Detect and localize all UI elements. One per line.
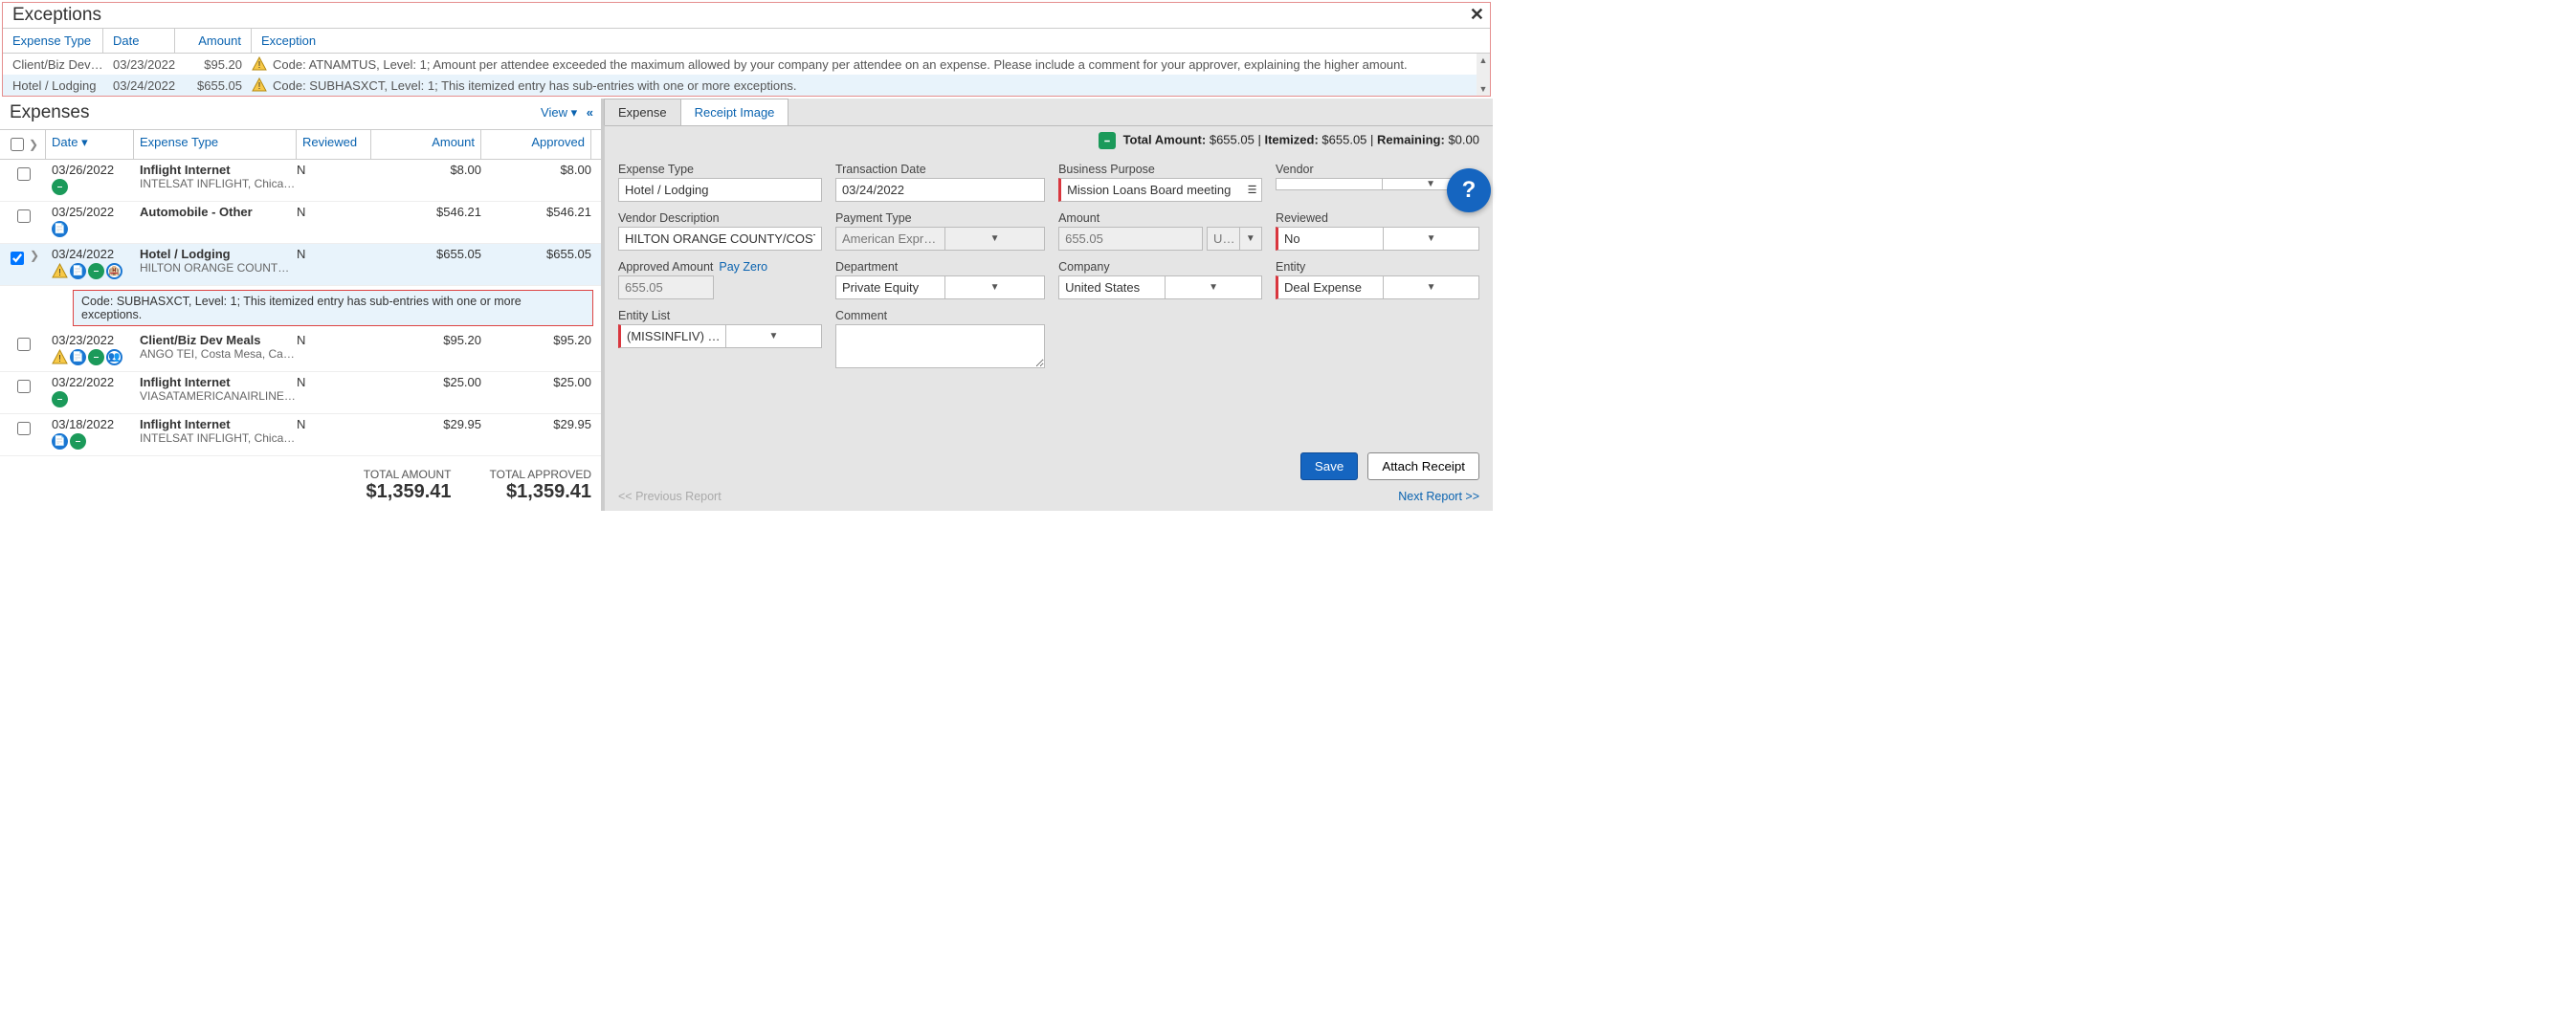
entity-select[interactable]: Deal Expense▼ bbox=[1276, 275, 1479, 299]
svg-text:!: ! bbox=[58, 268, 61, 278]
department-select[interactable]: Private Equity▼ bbox=[835, 275, 1045, 299]
currency-select: USD▼ bbox=[1207, 227, 1262, 251]
attendees-icon: 👥 bbox=[106, 349, 122, 365]
receipt-icon: 📄 bbox=[52, 433, 68, 450]
chevron-right-icon: ❯ bbox=[29, 138, 38, 151]
scroll-up-icon[interactable]: ▲ bbox=[1477, 54, 1490, 67]
row-checkbox[interactable] bbox=[17, 167, 31, 181]
chevron-down-icon: ▼ bbox=[1383, 228, 1478, 250]
warning-icon: ! bbox=[252, 56, 267, 72]
row-exception-message: Code: SUBHASXCT, Level: 1; This itemized… bbox=[73, 290, 593, 326]
pay-zero-link[interactable]: Pay Zero bbox=[719, 260, 767, 274]
col-reviewed[interactable]: Reviewed bbox=[297, 130, 371, 159]
col-expense-type[interactable]: Expense Type bbox=[3, 29, 103, 53]
summary-bar: ⎯ Total Amount: $655.05 | Itemized: $655… bbox=[605, 126, 1493, 153]
svg-text:!: ! bbox=[258, 81, 261, 92]
receipt-icon: 📄 bbox=[70, 263, 86, 279]
col-date[interactable]: Date ▾ bbox=[46, 130, 134, 159]
expense-row[interactable]: 03/22/2022⎯ Inflight InternetVIASATAMERI… bbox=[0, 372, 601, 414]
expense-row[interactable]: 03/26/2022⎯ Inflight InternetINTELSAT IN… bbox=[0, 160, 601, 202]
amount-input bbox=[1058, 227, 1203, 251]
row-checkbox[interactable] bbox=[17, 422, 31, 435]
entity-list-select[interactable]: (MISSINFLIV) Mission Loans▼ bbox=[618, 324, 822, 348]
exceptions-panel: ✕ Exceptions Expense Type Date Amount Ex… bbox=[2, 2, 1491, 97]
expenses-pane: Expenses View ▾ « ❯ Date ▾ Expense Type … bbox=[0, 99, 601, 511]
col-date[interactable]: Date bbox=[103, 29, 175, 53]
help-button[interactable]: ? bbox=[1447, 168, 1491, 212]
chevron-down-icon: ▼ bbox=[1239, 228, 1262, 250]
col-amount[interactable]: Amount bbox=[175, 29, 252, 53]
select-all-checkbox[interactable] bbox=[11, 138, 24, 151]
svg-text:!: ! bbox=[258, 60, 261, 71]
totals-row: TOTAL AMOUNT$1,359.41 TOTAL APPROVED$1,3… bbox=[0, 456, 601, 511]
expense-row[interactable]: 03/25/2022📄 Automobile - Other N $546.21… bbox=[0, 202, 601, 244]
expenses-table-header: ❯ Date ▾ Expense Type Reviewed Amount Ap… bbox=[0, 129, 601, 160]
exceptions-table-header: Expense Type Date Amount Exception bbox=[3, 28, 1490, 54]
expenses-title: Expenses bbox=[10, 100, 99, 125]
tab-expense[interactable]: Expense bbox=[604, 99, 681, 125]
warning-icon: ! bbox=[52, 263, 68, 279]
receipt-icon: 📄 bbox=[70, 349, 86, 365]
svg-text:!: ! bbox=[58, 354, 61, 364]
exception-row[interactable]: Client/Biz Dev … 03/23/2022 $95.20 !Code… bbox=[3, 54, 1490, 75]
business-purpose-input[interactable] bbox=[1058, 178, 1244, 202]
exceptions-title: Exceptions bbox=[3, 3, 1490, 28]
chevron-down-icon: ▼ bbox=[725, 325, 821, 347]
view-menu[interactable]: View ▾ bbox=[541, 105, 577, 120]
chevron-down-icon: ▼ bbox=[944, 276, 1044, 298]
expense-type-input[interactable] bbox=[618, 178, 822, 202]
warning-icon: ! bbox=[52, 349, 68, 365]
attach-receipt-button[interactable]: Attach Receipt bbox=[1367, 452, 1479, 480]
lookup-icon[interactable]: ☰ bbox=[1243, 178, 1262, 202]
row-checkbox[interactable] bbox=[17, 338, 31, 351]
next-report-link[interactable]: Next Report >> bbox=[1398, 490, 1479, 503]
detail-pane: Expense Receipt Image ⎯ Total Amount: $6… bbox=[601, 99, 1493, 511]
reviewed-select[interactable]: No▼ bbox=[1276, 227, 1479, 251]
close-icon[interactable]: ✕ bbox=[1470, 5, 1484, 25]
payment-type-select: American Express Corporate Ca▼ bbox=[835, 227, 1045, 251]
comment-textarea[interactable] bbox=[835, 324, 1045, 368]
hotel-icon: 🏨 bbox=[106, 263, 122, 279]
scroll-down-icon[interactable]: ▼ bbox=[1477, 82, 1490, 96]
row-checkbox[interactable] bbox=[11, 252, 24, 265]
vendor-description-input[interactable] bbox=[618, 227, 822, 251]
col-approved[interactable]: Approved bbox=[481, 130, 591, 159]
approved-amount-input bbox=[618, 275, 714, 299]
chevron-right-icon[interactable]: ❯ bbox=[30, 249, 39, 262]
card-icon: ⎯ bbox=[52, 391, 68, 407]
exception-row[interactable]: Hotel / Lodging 03/24/2022 $655.05 !Code… bbox=[3, 75, 1490, 96]
row-checkbox[interactable] bbox=[17, 209, 31, 223]
warning-icon: ! bbox=[252, 77, 267, 93]
row-checkbox[interactable] bbox=[17, 380, 31, 393]
exceptions-scrollbar[interactable]: ▲▼ bbox=[1477, 54, 1490, 96]
col-exception[interactable]: Exception bbox=[252, 29, 1490, 53]
previous-report-link: << Previous Report bbox=[618, 490, 722, 503]
card-icon: ⎯ bbox=[70, 433, 86, 450]
chevron-down-icon: ▼ bbox=[1165, 276, 1261, 298]
card-icon: ⎯ bbox=[88, 349, 104, 365]
receipt-icon: 📄 bbox=[52, 221, 68, 237]
card-icon: ⎯ bbox=[52, 179, 68, 195]
col-amount[interactable]: Amount bbox=[371, 130, 481, 159]
chevron-down-icon: ▼ bbox=[1383, 276, 1478, 298]
expense-row[interactable]: 03/18/2022📄⎯ Inflight InternetINTELSAT I… bbox=[0, 414, 601, 456]
tab-receipt-image[interactable]: Receipt Image bbox=[680, 99, 789, 125]
col-expense-type[interactable]: Expense Type bbox=[134, 130, 297, 159]
detail-tabs: Expense Receipt Image bbox=[605, 99, 1493, 126]
card-badge-icon: ⎯ bbox=[1099, 132, 1116, 149]
expense-row[interactable]: 03/23/2022!📄⎯👥 Client/Biz Dev MealsANGO … bbox=[0, 330, 601, 372]
collapse-left-icon[interactable]: « bbox=[587, 105, 593, 120]
expense-row[interactable]: ❯ 03/24/2022!📄⎯🏨 Hotel / LodgingHILTON O… bbox=[0, 244, 601, 286]
company-select[interactable]: United States▼ bbox=[1058, 275, 1262, 299]
chevron-down-icon: ▼ bbox=[944, 228, 1044, 250]
expense-form: Expense Type Transaction Date Business P… bbox=[605, 153, 1493, 381]
transaction-date-input[interactable] bbox=[835, 178, 1045, 202]
card-icon: ⎯ bbox=[88, 263, 104, 279]
save-button[interactable]: Save bbox=[1300, 452, 1358, 480]
